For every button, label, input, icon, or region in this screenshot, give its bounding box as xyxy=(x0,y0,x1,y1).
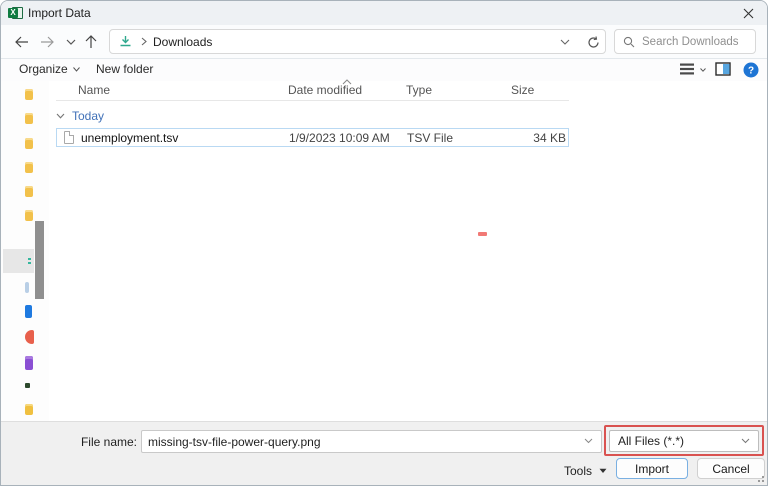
search-box[interactable] xyxy=(614,29,756,54)
group-header-today[interactable]: Today xyxy=(56,109,104,123)
nav-item-icon[interactable] xyxy=(25,282,29,293)
help-button[interactable]: ? xyxy=(743,62,759,78)
file-type-value: All Files (*.*) xyxy=(618,434,684,448)
back-arrow-icon xyxy=(14,36,29,48)
tools-label: Tools xyxy=(564,464,592,478)
file-row-unemployment-tsv[interactable]: unemployment.tsv 1/9/2023 10:09 AM TSV F… xyxy=(56,128,569,147)
file-name-input[interactable] xyxy=(141,430,602,453)
organize-label: Organize xyxy=(19,62,68,76)
column-header-type[interactable]: Type xyxy=(406,83,511,100)
help-icon: ? xyxy=(743,62,759,78)
organize-button[interactable]: Organize xyxy=(19,62,80,76)
folder-icon[interactable] xyxy=(25,89,33,100)
caret-down-icon xyxy=(700,68,706,72)
preview-pane-icon xyxy=(715,62,731,76)
import-data-dialog: X Import Data Downloads xyxy=(0,0,768,486)
view-mode-caret[interactable] xyxy=(700,68,706,72)
nav-item-icon[interactable] xyxy=(25,383,30,388)
breadcrumb-chevron-icon xyxy=(141,37,147,46)
refresh-icon xyxy=(587,36,600,49)
cancel-button[interactable]: Cancel xyxy=(697,458,765,479)
caret-down-icon xyxy=(73,67,80,72)
view-mode-button[interactable] xyxy=(679,62,695,76)
column-header-name[interactable]: Name xyxy=(56,83,288,100)
sidebar-scrollbar-thumb[interactable] xyxy=(35,221,44,299)
file-type: TSV File xyxy=(407,131,512,145)
nav-item-icon[interactable] xyxy=(25,404,33,415)
chevron-down-icon xyxy=(560,39,570,45)
breadcrumb-downloads[interactable]: Downloads xyxy=(153,35,212,49)
svg-text:?: ? xyxy=(748,66,754,77)
file-date-modified: 1/9/2023 10:09 AM xyxy=(289,131,407,145)
new-folder-button[interactable]: New folder xyxy=(96,62,153,76)
command-bar: Organize New folder ? xyxy=(1,59,767,81)
selected-nav-item[interactable] xyxy=(3,249,34,273)
forward-button[interactable] xyxy=(39,34,55,50)
excel-app-icon: X xyxy=(8,6,23,20)
file-size: 34 KB xyxy=(512,131,570,145)
search-icon xyxy=(623,36,635,48)
caret-down-icon xyxy=(599,468,607,474)
chevron-down-icon xyxy=(66,39,76,45)
file-type-select[interactable]: All Files (*.*) xyxy=(609,430,759,452)
refresh-button[interactable] xyxy=(587,36,601,50)
close-icon xyxy=(743,8,754,19)
column-headers: Name Date modified Type Size xyxy=(56,83,569,101)
file-name: unemployment.tsv xyxy=(81,131,178,145)
group-label: Today xyxy=(72,109,104,123)
import-button[interactable]: Import xyxy=(616,458,688,479)
folder-icon[interactable] xyxy=(25,210,33,221)
sort-ascending-icon[interactable] xyxy=(342,79,352,85)
annotation-red-dash xyxy=(478,232,487,236)
folder-icon[interactable] xyxy=(25,162,33,173)
up-arrow-icon xyxy=(85,35,97,49)
forward-arrow-icon xyxy=(40,36,55,48)
preview-pane-button[interactable] xyxy=(715,62,731,76)
nav-item-icon[interactable] xyxy=(25,305,32,318)
folder-icon[interactable] xyxy=(25,113,33,124)
file-name-dropdown-icon[interactable] xyxy=(584,438,593,444)
nav-item-icon[interactable] xyxy=(25,356,33,370)
file-list: Name Date modified Type Size Today unemp… xyxy=(51,81,767,421)
column-header-date-modified[interactable]: Date modified xyxy=(288,83,406,100)
chevron-down-icon xyxy=(741,438,750,444)
group-collapse-chevron-icon xyxy=(56,113,65,119)
window-title: Import Data xyxy=(28,6,91,20)
resize-grip[interactable] xyxy=(756,474,764,482)
back-button[interactable] xyxy=(13,34,29,50)
file-name-label: File name: xyxy=(1,435,137,449)
column-header-size[interactable]: Size xyxy=(511,83,569,100)
recent-locations-button[interactable] xyxy=(63,34,79,50)
folder-icon[interactable] xyxy=(25,186,33,197)
tools-button[interactable]: Tools xyxy=(564,461,607,481)
downloads-folder-icon xyxy=(119,35,132,48)
up-button[interactable] xyxy=(83,34,99,50)
details-view-icon xyxy=(679,62,695,76)
new-folder-label: New folder xyxy=(96,62,153,76)
navigation-pane xyxy=(1,81,49,421)
file-document-icon xyxy=(64,131,74,144)
dialog-footer: File name: All Files (*.*) Tools Import … xyxy=(1,421,767,485)
content-area: Name Date modified Type Size Today unemp… xyxy=(1,81,767,421)
nav-item-icon[interactable] xyxy=(25,330,34,344)
folder-icon[interactable] xyxy=(25,138,33,149)
address-bar[interactable]: Downloads xyxy=(109,29,606,54)
close-button[interactable] xyxy=(729,1,767,25)
search-input[interactable] xyxy=(642,36,747,48)
address-dropdown-button[interactable] xyxy=(560,39,574,53)
title-bar: X Import Data xyxy=(1,1,767,25)
navigation-bar: Downloads xyxy=(1,25,767,59)
